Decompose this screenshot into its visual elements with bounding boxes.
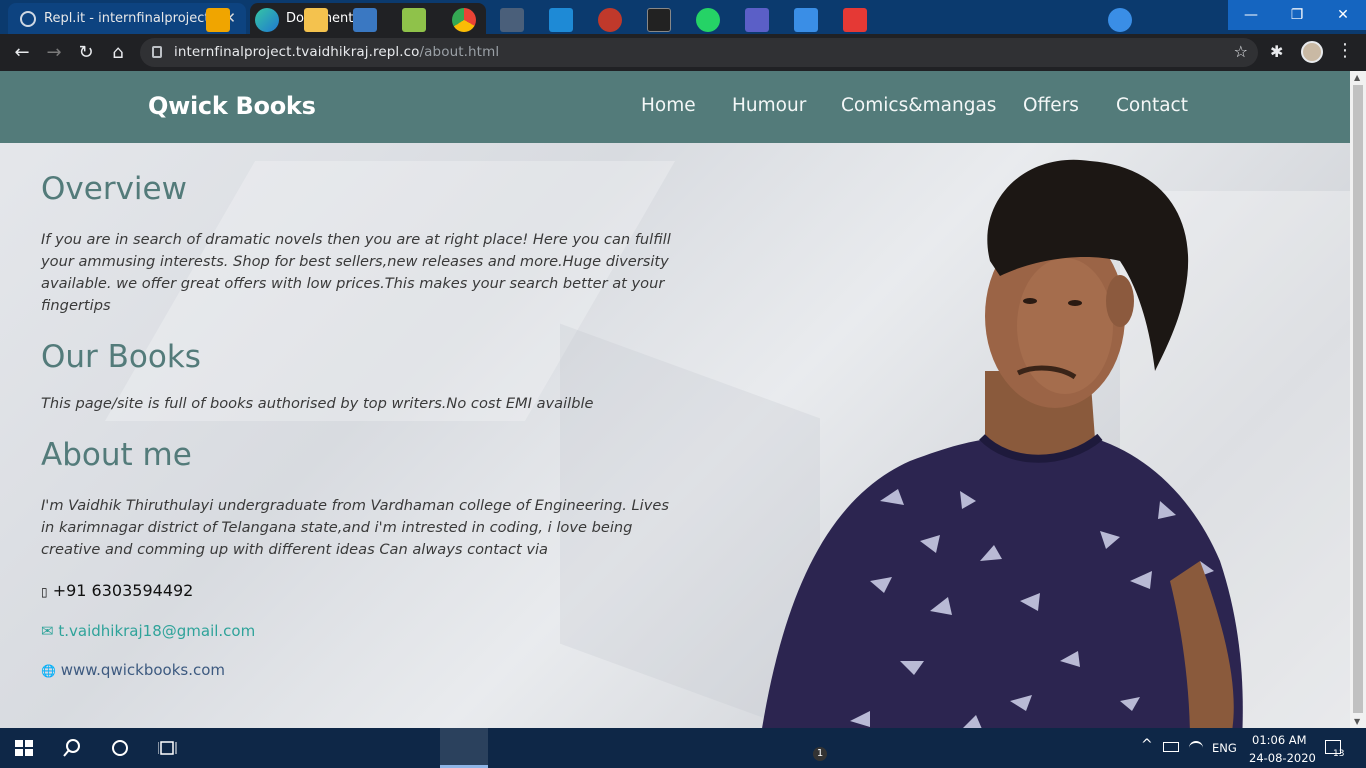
wifi-icon[interactable] — [1189, 741, 1203, 755]
active-app-highlight — [440, 728, 488, 768]
page-scrollbar[interactable]: ▲ ▼ — [1350, 71, 1366, 728]
page-viewport: Qwick Books Home Humour Comics&mangas Of… — [0, 71, 1350, 728]
edge-icon[interactable] — [255, 8, 279, 32]
app-icon[interactable] — [598, 8, 622, 32]
email-line: ✉ t.vaidhikraj18@gmail.com — [41, 622, 671, 640]
clock-time[interactable]: 01:06 AM — [1252, 733, 1307, 747]
globe-icon: 🌐 — [41, 664, 56, 678]
browser-menu-icon[interactable]: ⋮ — [1336, 40, 1354, 61]
lock-icon — [152, 46, 162, 58]
extensions-icon[interactable]: ✱ — [1270, 42, 1283, 61]
notepad-plus-icon[interactable] — [402, 8, 426, 32]
store-icon[interactable] — [206, 8, 230, 32]
vscode-icon[interactable] — [549, 8, 573, 32]
home-icon[interactable]: ⌂ — [105, 40, 131, 66]
nav-link-home[interactable]: Home — [641, 95, 696, 116]
whatsapp-icon[interactable] — [696, 8, 720, 32]
terminal-icon[interactable] — [647, 8, 671, 32]
site-navbar: Qwick Books Home Humour Comics&mangas Of… — [0, 71, 1350, 143]
scroll-up-icon[interactable]: ▲ — [1354, 73, 1360, 82]
notification-count: 13 — [1333, 749, 1345, 759]
site-brand[interactable]: Qwick Books — [148, 92, 316, 120]
overview-heading: Overview — [41, 171, 187, 207]
language-indicator[interactable]: ENG — [1212, 741, 1237, 755]
help-icon[interactable] — [1108, 8, 1132, 32]
phone-line: ▯ +91 6303594492 — [41, 581, 671, 600]
mail-badge: 1 — [813, 747, 827, 761]
sql-icon[interactable] — [500, 8, 524, 32]
about-me-heading: About me — [41, 437, 192, 473]
windows-taskbar — [0, 728, 1366, 768]
cortana-icon[interactable] — [110, 738, 130, 758]
person-photo — [762, 159, 1243, 728]
nav-link-contact[interactable]: Contact — [1116, 95, 1188, 116]
envelope-icon: ✉ — [41, 622, 54, 640]
url-text: internfinalproject.tvaidhikraj.repl.co/a… — [174, 44, 500, 60]
about-me-text: I'm Vaidhik Thiruthulayi undergraduate f… — [41, 497, 669, 558]
windows-start-icon[interactable] — [15, 740, 33, 756]
chrome-icon[interactable] — [452, 8, 476, 32]
email-link[interactable]: t.vaidhikraj18@gmail.com — [58, 622, 255, 640]
back-icon[interactable]: ← — [9, 40, 35, 66]
nav-link-humour[interactable]: Humour — [732, 95, 806, 116]
window-close-button[interactable]: ✕ — [1320, 0, 1366, 30]
mail-icon[interactable] — [794, 8, 818, 32]
website-line: 🌐 www.qwickbooks.com — [41, 661, 671, 679]
nav-link-comics[interactable]: Comics&mangas — [841, 95, 996, 116]
clock-date[interactable]: 24-08-2020 — [1249, 751, 1316, 765]
battery-icon[interactable] — [1163, 742, 1179, 752]
website-link[interactable]: www.qwickbooks.com — [61, 661, 225, 679]
our-books-heading: Our Books — [41, 339, 201, 375]
profile-avatar[interactable] — [1301, 41, 1323, 63]
about-content: Overview If you are in search of dramati… — [41, 171, 671, 679]
minimize-button[interactable]: — — [1228, 0, 1274, 30]
bookmark-star-icon[interactable]: ☆ — [1234, 42, 1248, 61]
overview-text: If you are in search of dramatic novels … — [41, 231, 671, 314]
scroll-down-icon[interactable]: ▼ — [1354, 717, 1360, 726]
replit-favicon-icon — [20, 10, 36, 27]
forward-icon[interactable]: → — [41, 40, 67, 66]
file-explorer-icon[interactable] — [304, 8, 328, 32]
our-books-text: This page/site is full of books authoris… — [41, 395, 594, 412]
search-icon[interactable] — [63, 739, 81, 757]
scrollbar-thumb[interactable] — [1353, 85, 1363, 713]
phone-icon: ▯ — [41, 585, 48, 599]
nav-link-offers[interactable]: Offers — [1023, 95, 1079, 116]
anydesk-icon[interactable] — [843, 8, 867, 32]
tray-up-arrow-icon[interactable]: ^ — [1141, 737, 1153, 753]
browser-toolbar: ← → ↻ ⌂ internfinalproject.tvaidhikraj.r… — [0, 34, 1366, 71]
reload-icon[interactable]: ↻ — [73, 40, 99, 66]
address-bar[interactable]: internfinalproject.tvaidhikraj.repl.co/a… — [140, 38, 1258, 67]
maximize-button[interactable]: ❐ — [1274, 0, 1320, 30]
python-icon[interactable] — [353, 8, 377, 32]
task-view-icon[interactable] — [158, 739, 178, 757]
teams-icon[interactable] — [745, 8, 769, 32]
browser-tabbar: Repl.it - internfinalproject ✕ Document … — [0, 0, 1366, 34]
tab-label: Repl.it - internfinalproject — [44, 11, 210, 26]
phone-number: +91 6303594492 — [52, 581, 194, 600]
